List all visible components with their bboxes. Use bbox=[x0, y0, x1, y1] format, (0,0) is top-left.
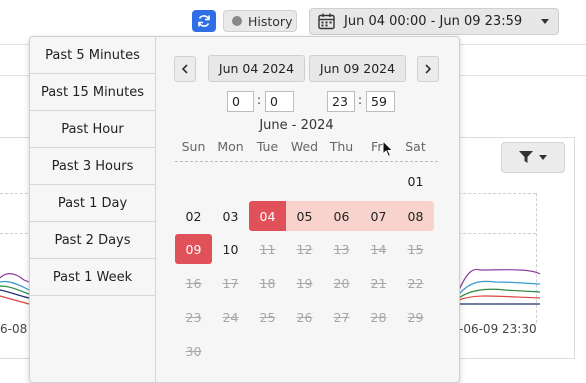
weekday-mon: Mon bbox=[217, 139, 244, 154]
preset-past-1-week[interactable]: Past 1 Week bbox=[30, 259, 155, 296]
refresh-button[interactable] bbox=[192, 10, 216, 32]
preset-past-15-minutes[interactable]: Past 15 Minutes bbox=[30, 74, 155, 111]
calendar-day: 13 bbox=[333, 241, 350, 257]
start-hour-input[interactable]: 0 bbox=[227, 91, 254, 112]
calendar-day[interactable]: 01 bbox=[397, 166, 434, 196]
calendar-day[interactable]: 09 bbox=[175, 234, 212, 264]
calendar-day: 20 bbox=[333, 275, 350, 291]
calendar-day: 28 bbox=[370, 309, 387, 325]
preset-list: Past 5 Minutes Past 15 Minutes Past Hour… bbox=[30, 37, 156, 382]
next-month-button[interactable] bbox=[417, 56, 439, 82]
calendar-day: 24 bbox=[222, 309, 239, 325]
calendar-day[interactable]: 06 bbox=[323, 201, 360, 231]
calendar-day: 23 bbox=[185, 309, 202, 325]
history-status-dot bbox=[232, 16, 242, 26]
calendar-day: 19 bbox=[296, 275, 313, 291]
month-label: June - 2024 bbox=[259, 118, 334, 133]
date-range-popup: Past 5 Minutes Past 15 Minutes Past Hour… bbox=[29, 36, 460, 383]
weekday-divider bbox=[175, 161, 438, 162]
end-date-field[interactable]: Jun 09 2024 bbox=[309, 55, 406, 82]
calendar-day: 16 bbox=[185, 275, 202, 291]
calendar-day: 14 bbox=[370, 241, 387, 257]
calendar-day[interactable]: 03 bbox=[212, 201, 249, 231]
prev-month-button[interactable] bbox=[174, 56, 196, 82]
history-button[interactable]: History bbox=[223, 10, 297, 32]
calendar-day: 11 bbox=[259, 241, 276, 257]
calendar-day: 12 bbox=[296, 241, 313, 257]
calendar-day[interactable]: 02 bbox=[175, 201, 212, 231]
preset-past-3-hours[interactable]: Past 3 Hours bbox=[30, 148, 155, 185]
weekday-sat: Sat bbox=[405, 139, 426, 154]
calendar-icon bbox=[318, 13, 335, 30]
x-axis-tick-right: -06-09 23:30 bbox=[459, 322, 537, 336]
filter-button[interactable] bbox=[501, 142, 565, 173]
chevron-down-icon bbox=[541, 19, 549, 24]
calendar-day: 17 bbox=[222, 275, 239, 291]
calendar-day: 27 bbox=[333, 309, 350, 325]
weekday-thu: Thu bbox=[329, 139, 354, 154]
preset-past-2-days[interactable]: Past 2 Days bbox=[30, 222, 155, 259]
preset-past-hour[interactable]: Past Hour bbox=[30, 111, 155, 148]
calendar-day: 30 bbox=[185, 343, 202, 359]
calendar-day[interactable]: 08 bbox=[397, 201, 434, 231]
calendar-panel: Jun 04 2024 Jun 09 2024 0 : 0 23 : 59 Ju… bbox=[156, 37, 459, 382]
refresh-icon bbox=[198, 15, 210, 27]
end-hour-input[interactable]: 23 bbox=[327, 91, 355, 112]
start-date-field[interactable]: Jun 04 2024 bbox=[208, 55, 305, 82]
time-separator: : bbox=[358, 93, 363, 107]
calendar-day: 18 bbox=[259, 275, 276, 291]
calendar-day[interactable]: 05 bbox=[286, 201, 323, 231]
calendar-day[interactable]: 07 bbox=[360, 201, 397, 231]
filter-icon bbox=[519, 151, 533, 163]
date-range-picker-button[interactable]: Jun 04 00:00 - Jun 09 23:59 bbox=[309, 8, 559, 35]
preset-past-5-minutes[interactable]: Past 5 Minutes bbox=[30, 37, 155, 74]
calendar-day: 22 bbox=[407, 275, 424, 291]
time-separator: : bbox=[257, 93, 262, 107]
end-minute-input[interactable]: 59 bbox=[366, 91, 395, 112]
calendar-day: 15 bbox=[407, 241, 424, 257]
weekday-wed: Wed bbox=[290, 139, 319, 154]
chevron-left-icon bbox=[181, 64, 188, 74]
history-label: History bbox=[248, 13, 293, 29]
date-range-label: Jun 04 00:00 - Jun 09 23:59 bbox=[344, 14, 523, 29]
chevron-down-icon bbox=[539, 155, 547, 160]
calendar-day: 21 bbox=[370, 275, 387, 291]
start-minute-input[interactable]: 0 bbox=[265, 91, 294, 112]
chevron-right-icon bbox=[425, 64, 432, 74]
weekday-tue: Tue bbox=[256, 139, 279, 154]
calendar-day: 25 bbox=[259, 309, 276, 325]
calendar-day: 29 bbox=[407, 309, 424, 325]
calendar-day[interactable]: 04 bbox=[249, 201, 286, 231]
weekday-sun: Sun bbox=[181, 139, 206, 154]
mouse-cursor bbox=[382, 140, 394, 158]
x-axis-tick-left: 6-08 bbox=[0, 322, 28, 336]
preset-past-1-day[interactable]: Past 1 Day bbox=[30, 185, 155, 222]
calendar-day: 26 bbox=[296, 309, 313, 325]
calendar-day[interactable]: 10 bbox=[212, 234, 249, 264]
